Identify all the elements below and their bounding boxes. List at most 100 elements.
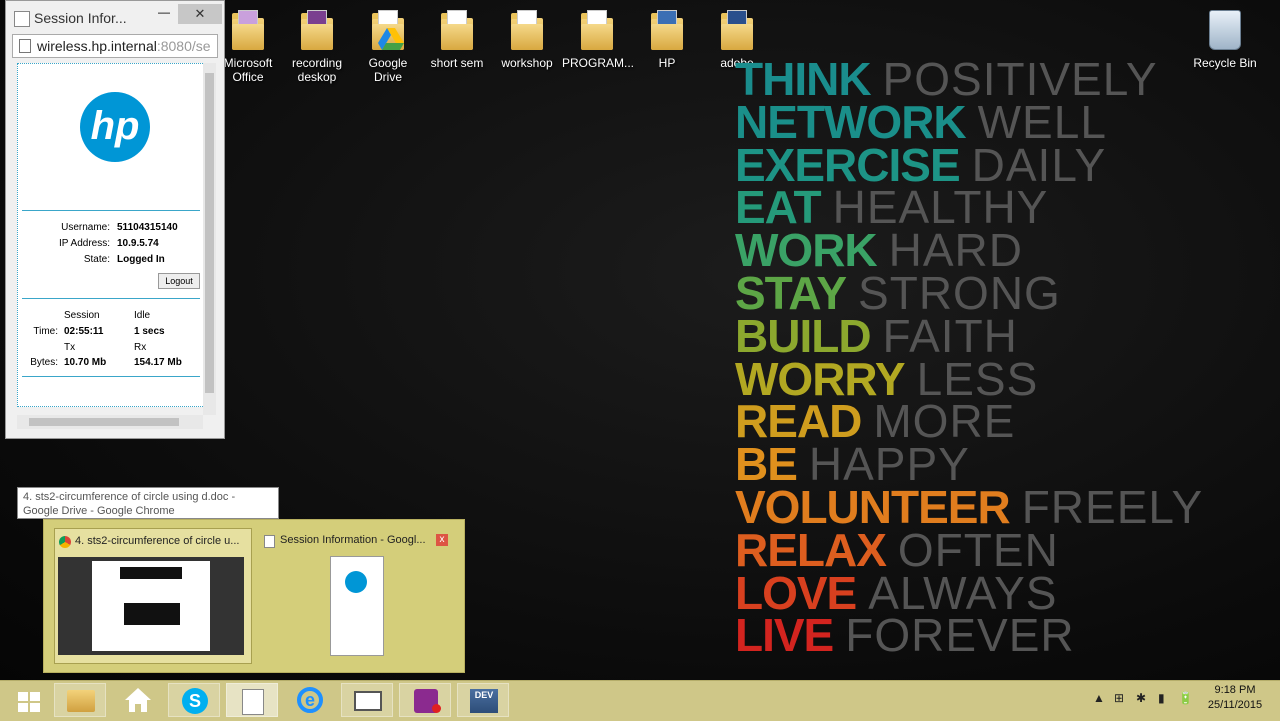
- desktop-icon-program[interactable]: PROGRAM...: [562, 8, 635, 70]
- skype-icon: S: [182, 688, 208, 714]
- taskbar-chrome-document[interactable]: [226, 683, 278, 717]
- divider: [22, 210, 200, 211]
- wallpaper-quote-line: STAY STRONG: [735, 270, 1255, 316]
- desktop-icon-recording-deskop[interactable]: recording deskop: [286, 8, 348, 84]
- time-label: Time:: [33, 326, 58, 337]
- divider: [22, 298, 200, 299]
- address-bar[interactable]: wireless.hp.internal:8080/se: [12, 34, 218, 58]
- internet-explorer-icon: e: [297, 687, 323, 713]
- rx-bytes: 154.17 Mb: [134, 357, 182, 368]
- wallpaper-quote-line: THINK POSITIVELY: [735, 56, 1255, 102]
- document-icon: [242, 689, 264, 715]
- document-icon: [14, 11, 30, 27]
- wallpaper-quote-line: WORK HARD: [735, 227, 1255, 273]
- wallpaper-quote-line: NETWORK WELL: [735, 99, 1255, 145]
- desktop-icon-label: workshop: [501, 56, 553, 70]
- folder-icon: [297, 8, 337, 52]
- folder-icon: [228, 8, 268, 52]
- taskbar-tooltip: 4. sts2-circumference of circle using d.…: [17, 487, 279, 519]
- username-label: Username:: [61, 222, 110, 233]
- state-label: State:: [83, 254, 110, 265]
- ip-label: IP Address:: [59, 238, 110, 249]
- horizontal-scrollbar[interactable]: [17, 415, 203, 429]
- thumbnail-session-info[interactable]: Session Information - Googl... x: [260, 528, 456, 662]
- taskbar-window[interactable]: [341, 683, 393, 717]
- home-icon: [125, 688, 151, 712]
- thumbnail-label: Session Information - Googl...: [280, 534, 426, 546]
- desktop-icon-workshop[interactable]: workshop: [496, 8, 558, 70]
- desktop-icon-google-drive[interactable]: Google Drive: [355, 8, 421, 84]
- state-value: Logged In: [117, 254, 165, 265]
- wallpaper-quote-line: WORRY LESS: [735, 356, 1255, 402]
- desktop-icon-label: Microsoft Office: [223, 56, 273, 84]
- window-icon: [354, 691, 382, 711]
- clock-time: 9:18 PM: [1214, 684, 1256, 696]
- desktop-icon-short-sem[interactable]: short sem: [426, 8, 488, 70]
- action-center-icon[interactable]: ⊞: [1114, 691, 1124, 705]
- session-header: Session: [64, 310, 100, 321]
- taskbar-dev[interactable]: DEV: [457, 683, 509, 717]
- desktop-icon-label: short sem: [430, 56, 484, 70]
- rx-header: Rx: [134, 342, 147, 353]
- battery-icon[interactable]: 🔋: [1178, 691, 1193, 705]
- tx-header: Tx: [64, 342, 76, 353]
- taskbar-internet-explorer[interactable]: e: [284, 683, 336, 717]
- divider: [22, 376, 200, 377]
- thumbnail-label: 4. sts2-circumference of circle u...: [75, 535, 240, 547]
- folder-icon: [647, 8, 687, 52]
- idle-time: 1 secs: [134, 326, 165, 337]
- network-icon[interactable]: ▮: [1158, 691, 1165, 705]
- wallpaper-quote-line: BE HAPPY: [735, 441, 1255, 487]
- idle-header: Idle: [134, 310, 151, 321]
- thumbnail-preview: [58, 557, 244, 655]
- taskbar-media[interactable]: [399, 683, 451, 717]
- taskbar: S e DEV ▲ ⊞ ✱ ▮ 🔋: [0, 680, 1280, 721]
- taskbar-home[interactable]: [112, 683, 164, 717]
- bytes-label: Bytes:: [30, 357, 58, 368]
- thumbnail-close-icon[interactable]: x: [436, 534, 448, 546]
- wallpaper-quote-line: EAT HEALTHY: [735, 184, 1255, 230]
- window-titlebar[interactable]: Session Infor... — ✕: [6, 1, 224, 33]
- start-button[interactable]: [2, 683, 54, 717]
- folder-icon: [437, 8, 477, 52]
- thumbnail-preview: [330, 556, 384, 656]
- session-info-window[interactable]: Session Infor... — ✕ wireless.hp.interna…: [5, 0, 225, 439]
- desktop-icon-label: Google Drive: [368, 56, 408, 84]
- wallpaper-quote-line: LOVE ALWAYS: [735, 570, 1255, 616]
- url-rest: :8080/se: [156, 38, 211, 54]
- url-host: wireless.hp.internal: [37, 38, 157, 54]
- bluetooth-icon[interactable]: ✱: [1136, 691, 1146, 705]
- show-hidden-icons-button[interactable]: ▲: [1093, 691, 1105, 705]
- quote-light-word: FOREVER: [845, 609, 1075, 662]
- scrollbar-thumb[interactable]: [29, 418, 179, 426]
- logout-button[interactable]: Logout: [158, 273, 200, 289]
- desktop-icon-label: PROGRAM...: [562, 56, 635, 70]
- minimize-button[interactable]: —: [158, 5, 170, 19]
- clock-date: 25/11/2015: [1207, 699, 1263, 711]
- record-indicator-icon: [432, 704, 441, 713]
- desktop-icon-label: HP: [658, 56, 676, 70]
- wallpaper-quote: THINK POSITIVELY NETWORK WELL EXERCISE DAILY E…: [735, 56, 1255, 658]
- taskbar-file-explorer[interactable]: [54, 683, 106, 717]
- google-drive-folder-icon: [368, 8, 408, 52]
- taskbar-clock[interactable]: 9:18 PM 25/11/2015: [1200, 683, 1270, 713]
- desktop-icon-microsoft-office[interactable]: Microsoft Office: [217, 8, 279, 84]
- start-icon: [18, 692, 40, 712]
- thumbnail-chrome-doc[interactable]: 4. sts2-circumference of circle u...: [54, 528, 252, 664]
- wallpaper-quote-line: READ MORE: [735, 398, 1255, 444]
- hp-logo: hp: [80, 92, 150, 162]
- quote-bold-word: LIVE: [735, 609, 834, 662]
- scrollbar-thumb[interactable]: [205, 73, 214, 393]
- chrome-icon: [59, 536, 71, 548]
- tx-bytes: 10.70 Mb: [64, 357, 107, 368]
- wallpaper-quote-line: BUILD FAITH: [735, 313, 1255, 359]
- desktop-icon-hp[interactable]: HP: [636, 8, 698, 70]
- page-content: hp Username: 51104315140 IP Address: 10.…: [17, 63, 205, 407]
- taskbar-skype[interactable]: S: [168, 683, 220, 717]
- vertical-scrollbar[interactable]: [203, 63, 216, 415]
- username-value: 51104315140: [117, 222, 178, 233]
- wallpaper-quote-line: LIVE FOREVER: [735, 612, 1255, 658]
- close-button[interactable]: ✕: [178, 4, 222, 24]
- document-icon: [264, 535, 275, 548]
- window-title: Session Infor...: [34, 10, 127, 26]
